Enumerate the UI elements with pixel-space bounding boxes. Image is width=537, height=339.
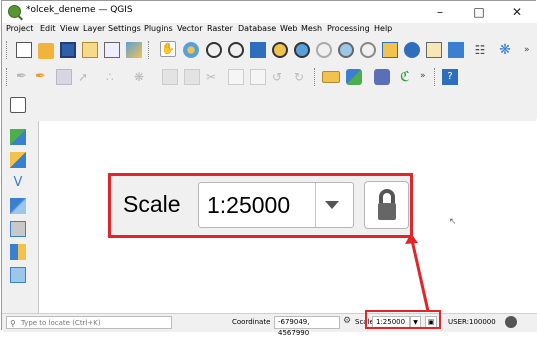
callout-arrow	[405, 233, 430, 312]
